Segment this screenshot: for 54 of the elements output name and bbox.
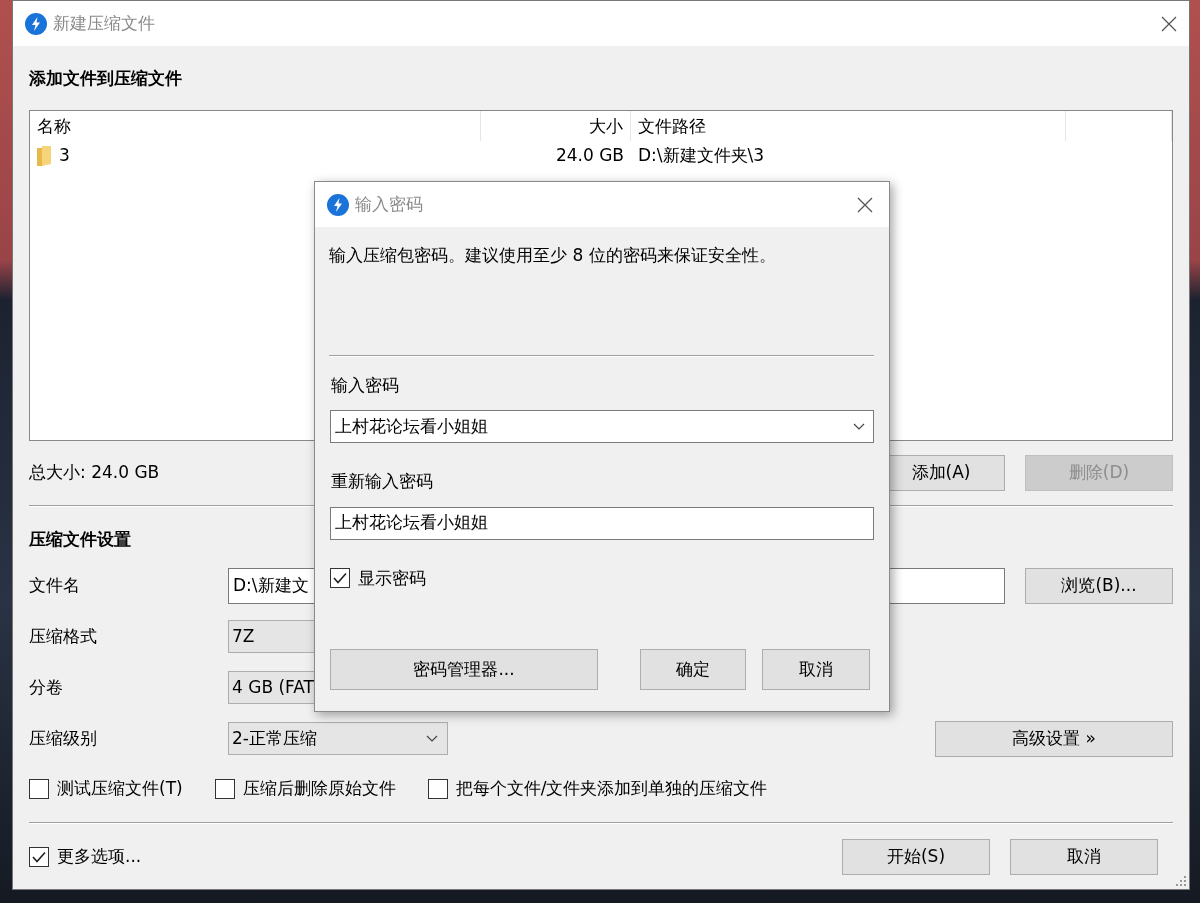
total-size-label: 总大小: 24.0 GB (29, 460, 160, 484)
checkbox[interactable] (214, 779, 235, 799)
field-value: 上村花论坛看小姐姐 (335, 511, 488, 535)
checkbox[interactable] (29, 779, 49, 799)
field-value: 7Z (232, 624, 255, 648)
checkbox-label[interactable]: 压缩后删除原始文件 (242, 776, 396, 802)
column-header[interactable]: 名称 (30, 110, 481, 141)
column-header[interactable]: 大小 (481, 110, 631, 141)
field-value: 2-正常压缩 (232, 726, 317, 750)
password-manager-button[interactable]: 密码管理器... (330, 649, 598, 690)
dropdown-field[interactable]: 2-正常压缩 (228, 722, 448, 755)
file-name: 3 (59, 143, 70, 167)
caret-icon (853, 422, 865, 431)
checkbox-label[interactable]: 显示密码 (358, 565, 426, 591)
cancel-button[interactable]: 取消 (1010, 839, 1158, 875)
close-icon[interactable] (857, 196, 873, 213)
field-value: 4 GB (FAT (232, 675, 314, 699)
checkbox[interactable] (29, 847, 49, 867)
dialog-message: 输入压缩包密码。建议使用至少 8 位的密码来保证安全性。 (329, 244, 777, 267)
field-label: 文件名 (29, 573, 81, 597)
confirm-password-field[interactable]: 上村花论坛看小姐姐 (330, 506, 874, 540)
folder-icon (37, 145, 51, 166)
window-title: 新建压缩文件 (53, 11, 155, 35)
field-label: 重新输入密码 (331, 470, 434, 493)
cancel-button[interactable]: 取消 (762, 649, 870, 690)
column-header[interactable]: 文件路径 (631, 110, 1066, 141)
field-label: 压缩级别 (29, 726, 98, 750)
section-heading: 添加文件到压缩文件 (29, 67, 183, 90)
resize-grip-icon (1175, 875, 1187, 887)
check-icon (32, 851, 46, 863)
field-label: 压缩格式 (29, 624, 98, 648)
advanced-settings-button[interactable]: 高级设置 » (935, 720, 1173, 757)
checkbox[interactable] (427, 779, 448, 799)
field-label: 分卷 (29, 675, 64, 699)
check-icon (333, 572, 347, 585)
field-label: 输入密码 (331, 373, 400, 397)
checkbox-label[interactable]: 更多选项... (57, 844, 142, 870)
file-size: 24.0 GB (554, 143, 625, 167)
caret-icon (426, 734, 438, 743)
password-field[interactable]: 上村花论坛看小姐姐 (330, 410, 874, 443)
ok-button[interactable]: 确定 (640, 649, 746, 690)
close-icon[interactable] (1161, 15, 1177, 32)
app-logo-icon (25, 12, 47, 35)
dialog-title: 输入密码 (355, 192, 423, 216)
start-button[interactable]: 开始(S) (842, 839, 990, 875)
app-logo-icon (327, 193, 349, 216)
browse-button[interactable]: 浏览(B)... (1025, 567, 1173, 604)
field-value: D:\新建文 (233, 573, 309, 597)
checkbox-label[interactable]: 测试压缩文件(T) (57, 776, 183, 802)
file-path: D:\新建文件夹\3 (637, 143, 766, 167)
checkbox[interactable] (330, 568, 350, 589)
checkbox-label[interactable]: 把每个文件/文件夹添加到单独的压缩文件 (455, 776, 768, 802)
field-value: 上村花论坛看小姐姐 (335, 414, 488, 438)
section-heading: 压缩文件设置 (29, 527, 132, 551)
